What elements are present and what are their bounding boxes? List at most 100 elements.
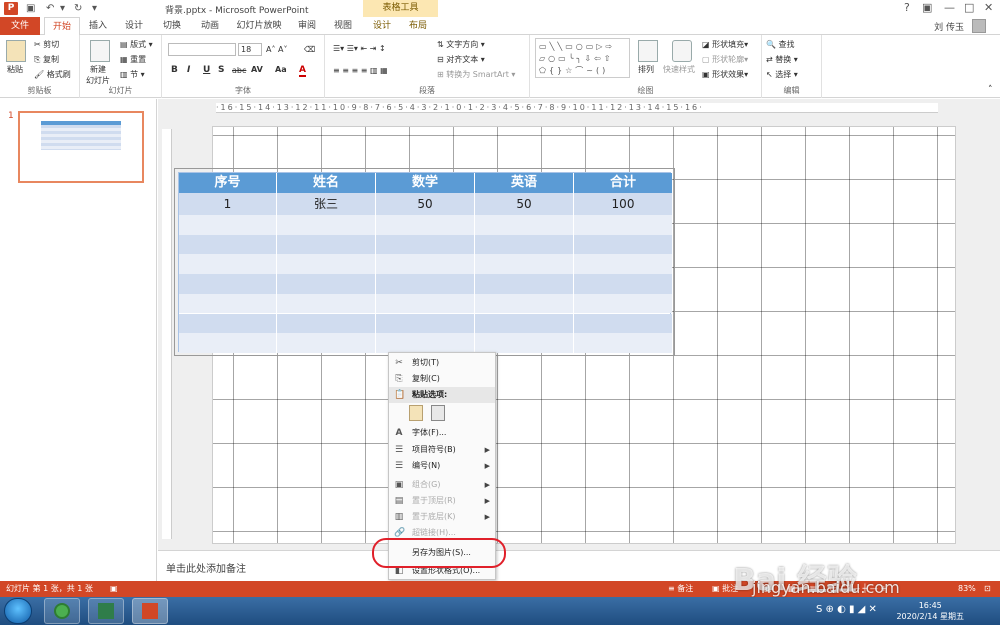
smartart-button[interactable]: ⊞ 转换为 SmartArt ▾	[437, 69, 515, 80]
table-cell[interactable]	[376, 254, 475, 275]
table-cell[interactable]	[574, 333, 672, 353]
table-cell[interactable]	[277, 293, 376, 314]
paste-keep-source-icon[interactable]	[409, 405, 423, 421]
tab-file[interactable]: 文件	[0, 17, 40, 35]
font-color-button[interactable]: A	[299, 65, 306, 77]
menu-item-send-to-back[interactable]: ▥ 置于底层(K) ▶	[389, 509, 495, 525]
font-size-select[interactable]: 18	[238, 43, 262, 56]
menu-item-bring-to-front[interactable]: ▤ 置于顶层(R) ▶	[389, 493, 495, 509]
table-cell[interactable]	[277, 215, 376, 235]
select-button[interactable]: ↖ 选择 ▾	[766, 69, 798, 80]
bold-button[interactable]: B	[171, 65, 178, 75]
header-cell-total[interactable]: 合计	[574, 173, 672, 193]
change-case-button[interactable]: Aa	[275, 65, 287, 74]
spellcheck-icon[interactable]: ▣	[110, 581, 118, 597]
paste-as-picture-icon[interactable]	[431, 405, 445, 421]
table-cell[interactable]	[376, 313, 475, 334]
find-button[interactable]: 🔍 查找	[766, 39, 795, 50]
table-cell[interactable]	[574, 314, 672, 334]
table-cell[interactable]: 张三	[277, 193, 376, 215]
table-cell[interactable]	[574, 294, 672, 314]
slide-thumbnail[interactable]	[18, 111, 144, 183]
table-cell[interactable]	[179, 254, 277, 275]
shape-effects-button[interactable]: ▣ 形状效果▾	[702, 69, 748, 80]
text-direction-button[interactable]: ⇅ 文字方向 ▾	[437, 39, 485, 50]
new-slide-button[interactable]: 新建 幻灯片	[86, 64, 110, 86]
table-cell[interactable]	[376, 234, 475, 255]
tab-view[interactable]: 视图	[328, 17, 358, 35]
header-cell-name[interactable]: 姓名	[277, 173, 376, 193]
notes-button[interactable]: ≡ 备注	[668, 581, 693, 597]
table-cell[interactable]	[475, 254, 574, 275]
menu-item-numbering[interactable]: ☰ 编号(N) ▶	[389, 458, 495, 474]
taskbar-powerpoint-icon[interactable]	[132, 598, 168, 624]
reset-button[interactable]: ▦ 重置	[120, 54, 146, 65]
font-name-select[interactable]	[168, 43, 236, 56]
cut-button[interactable]: ✂ 剪切	[34, 39, 59, 50]
paste-icon[interactable]	[6, 40, 26, 62]
tab-home[interactable]: 开始	[44, 17, 80, 36]
shapes-gallery[interactable]: ▭╲╲▭○▭▷⇨ ▱○▭╰╮⇩⇦⇧ ⬠{}☆⌒~()	[535, 38, 630, 78]
menu-item-cut[interactable]: ✂ 剪切(T)	[389, 355, 495, 371]
table-cell[interactable]	[475, 234, 574, 255]
table-cell[interactable]	[376, 274, 475, 294]
grow-font-icon[interactable]: A˄ A˅	[266, 44, 288, 55]
replace-button[interactable]: ⇄ 替换 ▾	[766, 54, 798, 65]
format-painter-button[interactable]: 🖌 格式刷	[34, 69, 71, 80]
table-cell[interactable]	[475, 274, 574, 294]
menu-item-font[interactable]: A 字体(F)...	[389, 425, 495, 441]
zoom-level[interactable]: 83%	[958, 581, 976, 597]
header-cell-math[interactable]: 数学	[376, 173, 475, 193]
table-cell[interactable]	[574, 274, 672, 294]
layout-button[interactable]: ▤ 版式 ▾	[120, 39, 153, 50]
table-cell[interactable]	[475, 333, 574, 353]
table-cell[interactable]	[277, 313, 376, 334]
table-cell[interactable]: 50	[475, 193, 574, 215]
table-cell[interactable]: 50	[376, 193, 475, 215]
table-cell[interactable]	[574, 254, 672, 274]
menu-item-format-shape[interactable]: ◧ 设置形状格式(O)...	[389, 563, 495, 579]
tab-slideshow[interactable]: 幻灯片放映	[232, 17, 286, 35]
collapse-ribbon-icon[interactable]: ˄	[988, 85, 993, 96]
table-cell[interactable]	[277, 333, 376, 353]
char-spacing-button[interactable]: AV	[251, 65, 263, 74]
tab-table-layout[interactable]: 布局	[402, 17, 434, 35]
minimize-button[interactable]: —	[944, 1, 955, 15]
menu-item-copy[interactable]: ⎘ 复制(C)	[389, 371, 495, 387]
taskbar-app-icon[interactable]	[88, 598, 124, 624]
underline-button[interactable]: U	[203, 65, 210, 75]
restore-button[interactable]: □	[964, 1, 974, 15]
help-button[interactable]: ?	[904, 1, 910, 15]
table-cell[interactable]	[277, 254, 376, 275]
clear-format-icon[interactable]: ⌫	[304, 44, 315, 55]
table-cell[interactable]	[475, 293, 574, 314]
taskbar-clock[interactable]: 16:45 2020/2/14 星期五	[896, 600, 964, 622]
header-cell-index[interactable]: 序号	[179, 173, 277, 193]
table-cell[interactable]	[376, 215, 475, 235]
slide-table[interactable]: 序号 姓名 数学 英语 合计 1 张三 50 50 100	[178, 172, 672, 353]
menu-item-hyperlink[interactable]: 🔗 超链接(H)...	[389, 527, 495, 539]
quick-styles-button[interactable]: 快速样式	[663, 64, 695, 75]
menu-item-save-as-picture[interactable]: 另存为图片(S)...	[389, 545, 495, 561]
paste-button[interactable]: 粘贴	[7, 64, 23, 75]
table-cell[interactable]	[179, 333, 277, 353]
header-cell-english[interactable]: 英语	[475, 173, 574, 193]
table-cell[interactable]	[376, 333, 475, 353]
copy-button[interactable]: ⎘ 复制	[34, 54, 59, 65]
arrange-icon[interactable]	[638, 40, 658, 62]
tab-table-design[interactable]: 设计	[366, 17, 398, 35]
new-slide-icon[interactable]	[90, 40, 110, 62]
taskbar-ie-icon[interactable]	[44, 598, 80, 624]
table-cell[interactable]	[376, 293, 475, 314]
menu-item-bullets[interactable]: ☰ 项目符号(B) ▶	[389, 442, 495, 458]
close-button[interactable]: ✕	[984, 1, 993, 15]
save-icon[interactable]: ▣	[26, 2, 35, 15]
align-icons[interactable]: ≡ ≡ ≡ ≡ ▥ ▦	[333, 65, 388, 76]
user-name[interactable]: 刘 传玉	[934, 20, 964, 33]
tab-animations[interactable]: 动画	[194, 17, 226, 35]
table-cell[interactable]	[179, 215, 277, 235]
table-cell[interactable]	[179, 313, 277, 334]
table-cell[interactable]	[475, 215, 574, 235]
table-cell[interactable]	[277, 274, 376, 294]
shape-outline-button[interactable]: ▢ 形状轮廓▾	[702, 54, 748, 65]
